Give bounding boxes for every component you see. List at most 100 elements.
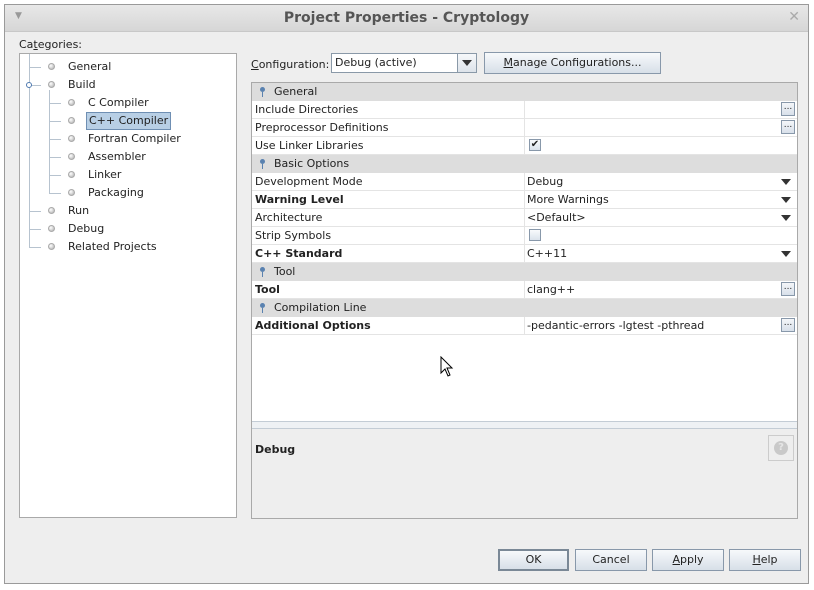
section-header-compilation-line[interactable]: Compilation Line <box>252 299 797 317</box>
property-row-strip-symbols: Strip Symbols <box>252 227 797 245</box>
property-name: Architecture <box>255 211 323 224</box>
tree-item-label: Run <box>68 204 90 217</box>
browse-button[interactable]: ... <box>781 318 795 332</box>
browse-button[interactable]: ... <box>781 120 795 134</box>
property-value-cell[interactable]: C++11 <box>524 245 797 262</box>
configuration-dropdown-button[interactable] <box>457 54 476 72</box>
pin-icon <box>260 267 265 277</box>
property-value: Debug <box>527 175 564 188</box>
configuration-select[interactable]: Debug (active) <box>331 53 477 73</box>
window-title: Project Properties - Cryptology <box>283 10 530 26</box>
categories-tree[interactable]: General Build C Compiler C++ Compiler Fortra… <box>19 53 237 518</box>
section-title: Tool <box>274 265 296 278</box>
property-name: Warning Level <box>255 193 344 206</box>
property-sheet: Debug ? General Include Directories... Pre… <box>251 82 798 519</box>
ok-button[interactable]: OK <box>498 549 569 571</box>
property-value-cell[interactable]: Debug <box>524 173 797 190</box>
property-value: <Default> <box>527 211 586 224</box>
property-name: Use Linker Libraries <box>255 139 364 152</box>
dropdown-arrow-icon[interactable] <box>781 215 791 221</box>
chevron-down-icon <box>462 60 472 66</box>
property-row-c-standard: C++ Standard C++11 <box>252 245 797 263</box>
node-icon <box>68 117 75 124</box>
checkbox[interactable]: ✔ <box>529 139 541 151</box>
property-value-cell[interactable]: <Default> <box>524 209 797 226</box>
section-header-basic-options[interactable]: Basic Options <box>252 155 797 173</box>
property-value: C++11 <box>527 247 568 260</box>
close-icon[interactable]: ✕ <box>788 9 800 25</box>
property-value: -pedantic-errors -lgtest -pthread <box>527 319 705 332</box>
categories-label: Categories: <box>19 38 83 51</box>
configuration-value: Debug (active) <box>335 56 417 69</box>
cancel-button[interactable]: Cancel <box>575 549 647 571</box>
property-value-cell[interactable]: -pedantic-errors -lgtest -pthread... <box>524 317 797 334</box>
node-icon <box>68 189 75 196</box>
property-value-cell[interactable]: clang++... <box>524 281 797 298</box>
tree-line <box>49 175 61 176</box>
tree-line <box>49 139 61 140</box>
property-name: Tool <box>255 283 280 296</box>
property-row-use-linker-libraries: Use Linker Libraries ✔ <box>252 137 797 155</box>
section-title: General <box>274 85 318 98</box>
property-value-cell[interactable]: More Warnings <box>524 191 797 208</box>
browse-button[interactable]: ... <box>781 282 795 296</box>
node-icon <box>68 135 75 142</box>
tree-line <box>29 247 41 248</box>
manage-configurations-button[interactable]: Manage Configurations... <box>484 52 661 74</box>
section-header-tool[interactable]: Tool <box>252 263 797 281</box>
title-bar: ▼ Project Properties - Cryptology ✕ <box>5 5 808 32</box>
property-value-cell[interactable]: ... <box>524 119 797 136</box>
dropdown-arrow-icon[interactable] <box>781 179 791 185</box>
property-row-tool: Tool clang++... <box>252 281 797 299</box>
tree-item-label: Build <box>68 78 96 91</box>
property-row-development-mode: Development Mode Debug <box>252 173 797 191</box>
section-header-general[interactable]: General <box>252 83 797 101</box>
property-row-architecture: Architecture <Default> <box>252 209 797 227</box>
node-icon <box>48 225 55 232</box>
tree-line <box>49 157 61 158</box>
tree-item-label: Packaging <box>88 186 144 199</box>
property-name: Include Directories <box>255 103 359 116</box>
property-row-include-directories: Include Directories... <box>252 101 797 119</box>
description-splitter[interactable] <box>252 421 797 429</box>
tree-line <box>29 229 41 230</box>
property-name: C++ Standard <box>255 247 343 260</box>
node-icon <box>48 207 55 214</box>
property-value-cell[interactable]: ✔ <box>524 137 797 154</box>
tree-item-label: C Compiler <box>88 96 149 109</box>
check-icon: ✔ <box>530 139 540 150</box>
pin-icon <box>260 303 265 313</box>
checkbox[interactable] <box>529 229 541 241</box>
browse-button[interactable]: ... <box>781 102 795 116</box>
property-value-cell[interactable]: ... <box>524 101 797 118</box>
help-dialog-button[interactable]: Help <box>729 549 801 571</box>
section-title: Compilation Line <box>274 301 367 314</box>
node-icon <box>48 81 55 88</box>
pin-icon <box>260 159 265 169</box>
mouse-cursor-icon <box>440 356 454 377</box>
description-panel: Debug ? <box>252 429 797 518</box>
description-title: Debug <box>255 443 296 456</box>
tree-line <box>49 90 50 193</box>
tree-item-label: C++ Compiler <box>86 112 172 130</box>
expand-toggle-icon[interactable] <box>26 82 32 88</box>
tree-line <box>49 103 61 104</box>
property-value-cell[interactable] <box>524 227 797 244</box>
apply-button[interactable]: Apply <box>652 549 724 571</box>
node-icon <box>68 171 75 178</box>
property-name: Development Mode <box>255 175 363 188</box>
section-title: Basic Options <box>274 157 350 170</box>
property-name: Additional Options <box>255 319 371 332</box>
dropdown-arrow-icon[interactable] <box>781 197 791 203</box>
configuration-label: Configuration: <box>251 58 330 71</box>
property-row-additional-options: Additional Options -pedantic-errors -lgte… <box>252 317 797 335</box>
property-row-warning-level: Warning Level More Warnings <box>252 191 797 209</box>
node-icon <box>48 243 55 250</box>
node-icon <box>48 63 55 70</box>
node-icon <box>68 153 75 160</box>
property-name: Preprocessor Definitions <box>255 121 389 134</box>
help-button[interactable]: ? <box>768 435 794 461</box>
dropdown-arrow-icon[interactable] <box>781 251 791 257</box>
tree-line <box>49 121 61 122</box>
tree-item-label: Fortran Compiler <box>88 132 181 145</box>
